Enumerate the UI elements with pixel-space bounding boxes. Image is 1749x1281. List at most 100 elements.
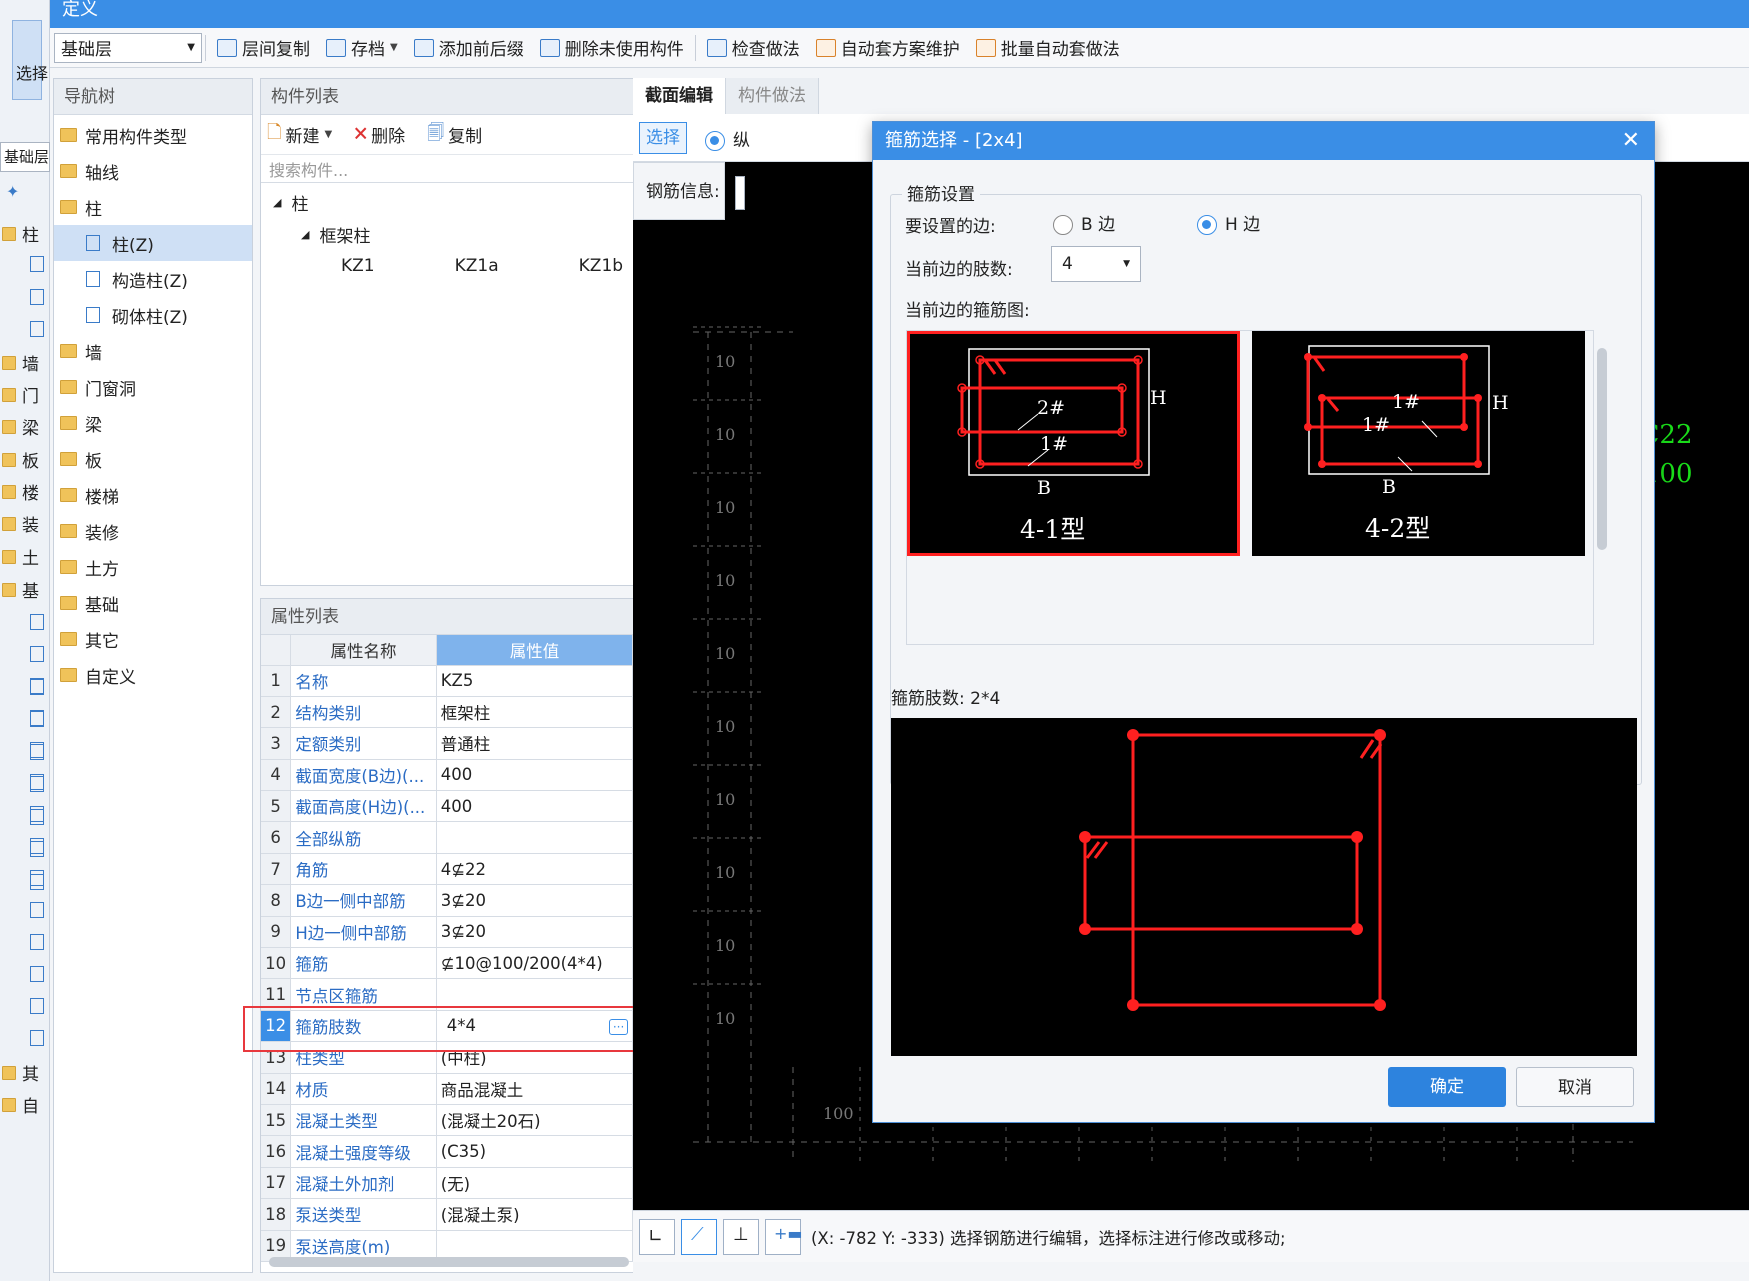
property-row[interactable]: 1 名称 KZ5 <box>261 665 662 697</box>
nav-item[interactable]: 门窗洞 <box>54 369 252 405</box>
left-tool-icon[interactable] <box>30 966 44 982</box>
nav-item[interactable]: 梁 <box>54 405 252 441</box>
property-row[interactable]: 16 混凝土强度等级 (C35) <box>261 1135 662 1168</box>
collapse-icon[interactable]: ◢ <box>273 196 281 209</box>
property-row[interactable]: 8 B边一侧中部筋 3⊈20 <box>261 884 662 917</box>
property-row[interactable]: 9 H边一侧中部筋 3⊈20 <box>261 916 662 949</box>
nav-item[interactable]: 墙 <box>54 333 252 369</box>
property-row[interactable]: 6 全部纵筋 <box>261 821 662 854</box>
new-button[interactable]: 🗋 新建 ▼ <box>267 120 332 150</box>
nav-item[interactable]: 自定义 <box>54 657 252 693</box>
dimension-tool-icon[interactable]: +▬ <box>765 1218 803 1255</box>
left-tree-item[interactable]: 土 <box>2 544 39 569</box>
left-tool-icon[interactable] <box>30 288 44 305</box>
tree-node-column[interactable]: ◢ 柱 <box>261 187 662 219</box>
left-tool-icon[interactable] <box>30 870 44 886</box>
component-item[interactable]: KZ1a <box>375 250 499 282</box>
property-value[interactable] <box>436 821 634 854</box>
perpendicular-tool-icon[interactable]: ⊥ <box>723 1218 759 1255</box>
property-value[interactable]: 4⊈22 <box>436 853 634 886</box>
left-tree-item[interactable]: 梁 <box>2 414 39 439</box>
left-tool-icon[interactable] <box>30 774 44 790</box>
property-value[interactable]: (混凝土泵) <box>436 1198 634 1231</box>
delete-button[interactable]: 🗙 删除 <box>354 120 405 149</box>
collapse-icon[interactable]: ◢ <box>301 228 309 241</box>
property-value[interactable]: 普通柱 <box>436 727 634 760</box>
line-tool-icon[interactable]: ⟋ <box>681 1218 717 1255</box>
property-value[interactable]: 400 <box>436 759 634 792</box>
component-item[interactable]: KZ1b <box>499 250 623 282</box>
tab-section-edit[interactable]: 截面编辑 <box>633 78 726 114</box>
radio-b-side[interactable]: B 边 <box>1053 210 1115 235</box>
property-value[interactable]: (C35) <box>436 1135 634 1168</box>
property-value[interactable]: ⊈10@100/200(4*4) <box>436 947 634 980</box>
left-tree-item[interactable]: 楼 <box>2 479 39 504</box>
layer-copy-button[interactable]: 层间复制 <box>209 28 318 68</box>
stirrup-type-4-2[interactable]: 1# 1# B H 4-2型 <box>1252 331 1585 556</box>
left-tree-item[interactable]: 墙 <box>2 350 39 375</box>
property-value[interactable]: (无) <box>436 1167 634 1200</box>
left-tool-icon[interactable] <box>30 646 44 662</box>
close-icon[interactable]: ✕ <box>1622 122 1640 160</box>
property-row[interactable]: 17 混凝土外加剂 (无) <box>261 1167 662 1200</box>
left-tree-item[interactable]: 板 <box>2 447 39 472</box>
property-row[interactable]: 10 箍筋 ⊈10@100/200(4*4) <box>261 947 662 980</box>
left-tool-icon[interactable] <box>30 678 44 694</box>
left-tool-icon[interactable] <box>30 256 44 272</box>
left-tree-item[interactable]: 门 <box>2 382 39 407</box>
property-row[interactable]: 7 角筋 4⊈22 <box>261 853 662 886</box>
select-button[interactable]: 选择 <box>639 122 687 154</box>
floor-select-truncated[interactable]: 基础层 <box>0 142 50 172</box>
leg-count-select[interactable]: 4 ▼ <box>1051 246 1141 282</box>
left-tree-item[interactable]: 装 <box>2 511 39 536</box>
ortho-tool-icon[interactable]: ∟ <box>639 1218 675 1255</box>
nav-item[interactable]: 土方 <box>54 549 252 585</box>
left-tool-icon[interactable] <box>30 614 44 630</box>
nav-item[interactable]: 装修 <box>54 513 252 549</box>
left-tool-icon[interactable] <box>30 710 44 726</box>
nav-item[interactable]: 柱(Z) <box>54 225 252 261</box>
nav-item[interactable]: 柱 <box>54 189 252 225</box>
stirrup-type-4-1[interactable]: 2# 1# B H 4-1型 <box>907 331 1240 556</box>
nav-item[interactable]: 其它 <box>54 621 252 657</box>
property-value[interactable]: (混凝土20石) <box>436 1104 634 1137</box>
floor-select[interactable]: 基础层 ▼ <box>54 32 202 63</box>
nav-item[interactable]: 轴线 <box>54 153 252 189</box>
left-tool-icon[interactable] <box>30 1030 44 1046</box>
cancel-button[interactable]: 取消 <box>1516 1067 1634 1107</box>
radio-longitudinal[interactable]: 纵 <box>705 126 750 151</box>
property-value[interactable]: 3⊈20 <box>436 884 634 917</box>
property-row[interactable]: 2 结构类别 框架柱 <box>261 696 662 729</box>
left-tool-icon[interactable] <box>30 838 44 854</box>
search-input[interactable]: 搜索构件...⚲ <box>261 155 662 183</box>
left-tool-icon[interactable] <box>30 998 44 1014</box>
radio-h-side[interactable]: H 边 <box>1197 210 1260 235</box>
copy-button[interactable]: 🗐 复制 <box>427 120 482 149</box>
component-item[interactable]: KZ1 <box>261 250 375 282</box>
property-value[interactable]: 框架柱 <box>436 696 634 729</box>
left-tool-icon[interactable] <box>30 902 44 918</box>
left-tool-icon[interactable] <box>30 934 44 950</box>
nav-item[interactable]: 基础 <box>54 585 252 621</box>
check-method-button[interactable]: 检查做法 <box>699 28 808 68</box>
property-row[interactable]: 18 泵送类型 (混凝土泵) <box>261 1198 662 1231</box>
nav-item[interactable]: 楼梯 <box>54 477 252 513</box>
property-row[interactable]: 3 定额类别 普通柱 <box>261 727 662 760</box>
left-tree-item[interactable]: 基 <box>2 577 39 602</box>
save-button[interactable]: 存档 ▼ <box>318 28 406 68</box>
nav-item[interactable]: 砌体柱(Z) <box>54 297 252 333</box>
property-row[interactable]: 14 材质 商品混凝土 <box>261 1073 662 1105</box>
add-prefix-suffix-button[interactable]: 添加前后缀 <box>406 28 532 68</box>
tab-component-method[interactable]: 构件做法 <box>726 78 819 114</box>
tree-node-frame-column[interactable]: ◢ 框架柱 <box>261 219 662 251</box>
property-value[interactable]: KZ5 <box>436 665 634 697</box>
auto-scheme-button[interactable]: 自动套方案维护 <box>808 28 968 68</box>
property-row[interactable]: 5 截面高度(H边)(... 400 <box>261 790 662 823</box>
property-value[interactable]: 3⊈20 <box>436 916 634 949</box>
delete-unused-button[interactable]: 删除未使用构件 <box>532 28 692 68</box>
property-row[interactable]: 4 截面宽度(B边)(... 400 <box>261 759 662 792</box>
ok-button[interactable]: 确定 <box>1388 1067 1506 1107</box>
batch-auto-button[interactable]: 批量自动套做法 <box>968 28 1128 68</box>
add-icon[interactable]: ✦ <box>6 182 19 201</box>
left-tool-icon[interactable] <box>30 321 44 337</box>
